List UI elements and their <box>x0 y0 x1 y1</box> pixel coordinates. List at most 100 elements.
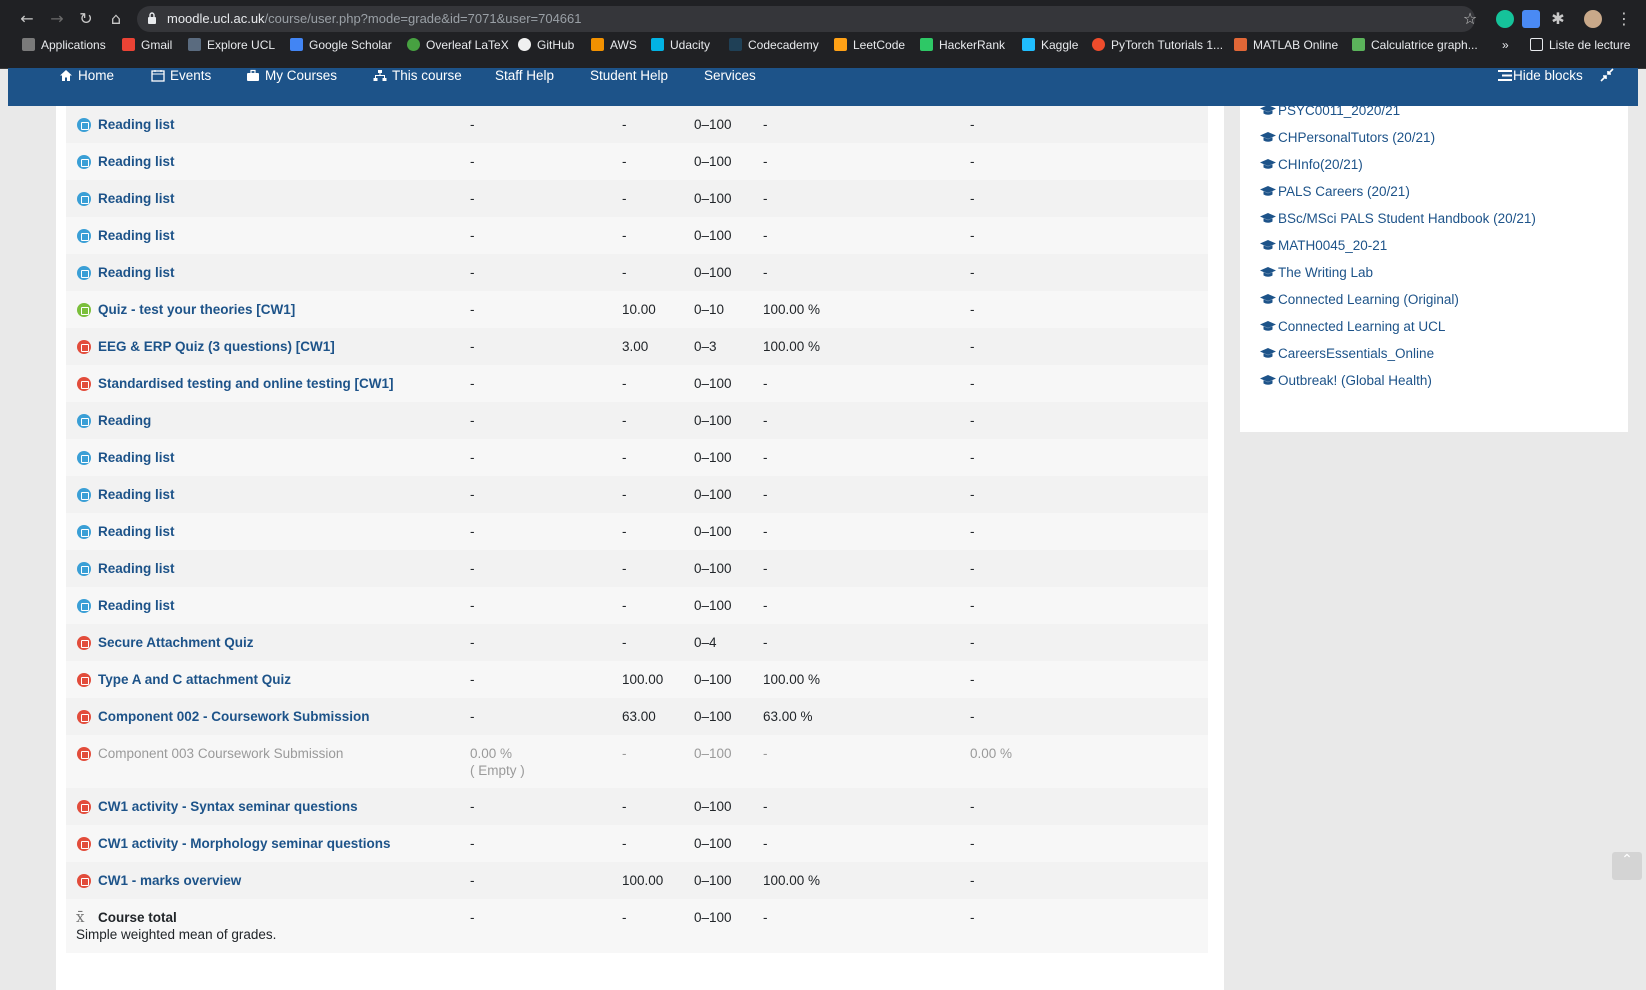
translate-extension-icon[interactable] <box>1522 10 1540 28</box>
sidebar-course-link[interactable]: The Writing Lab <box>1260 265 1373 280</box>
bookmark-aws[interactable]: AWS <box>591 38 637 68</box>
my-courses-block: PSYC0011_2020/21 CHPersonalTutors (20/21)… <box>1240 103 1628 432</box>
sidebar-course-link[interactable]: PSYC0011_2020/21 <box>1260 103 1400 118</box>
bookmark-overleaf[interactable]: Overleaf LaTeX <box>407 38 509 68</box>
assignment-icon <box>77 340 91 354</box>
contribution-cell: - <box>970 836 975 851</box>
browser-menu-icon[interactable]: ⋮ <box>1614 9 1634 29</box>
nav-student-help[interactable]: Student Help <box>590 68 668 106</box>
grade-item-link[interactable]: Standardised testing and online testing … <box>98 376 394 391</box>
reload-icon[interactable]: ↻ <box>76 9 96 29</box>
bookmark-pytorch[interactable]: PyTorch Tutorials 1... <box>1092 38 1223 68</box>
sidebar-course-link[interactable]: Outbreak! (Global Health) <box>1260 373 1432 388</box>
bookmark-kaggle[interactable]: Kaggle <box>1022 38 1078 68</box>
grade-item-link[interactable]: EEG & ERP Quiz (3 questions) [CW1] <box>98 339 335 354</box>
percentage-cell: - <box>763 598 768 613</box>
nav-home[interactable]: Home <box>59 68 114 106</box>
sidebar-course-link[interactable]: Connected Learning at UCL <box>1260 319 1445 334</box>
grade-item-link[interactable]: Secure Attachment Quiz <box>98 635 254 650</box>
grade-item-link[interactable]: CW1 activity - Morphology seminar questi… <box>98 836 391 851</box>
contribution-cell: - <box>970 561 975 576</box>
grade-item-link[interactable]: Reading list <box>98 117 175 132</box>
grade-item-link[interactable]: Reading list <box>98 450 175 465</box>
contribution-cell: - <box>970 191 975 206</box>
nav-this-course[interactable]: This course <box>373 68 462 106</box>
percentage-cell: - <box>763 910 768 925</box>
weight-cell: - <box>470 709 475 724</box>
table-row: Reading list - - 0–100 - - <box>66 587 1208 624</box>
grade-cell: - <box>622 413 627 428</box>
assignment-icon <box>77 800 91 814</box>
weight-cell: - <box>470 799 475 814</box>
bookmark-leetcode[interactable]: LeetCode <box>834 38 905 68</box>
profile-avatar[interactable] <box>1584 10 1602 28</box>
bookmark-google-scholar[interactable]: Google Scholar <box>290 38 392 68</box>
percentage-cell: - <box>763 154 768 169</box>
hide-blocks-button[interactable]: Hide blocks <box>1498 68 1583 106</box>
sidebar-course-link[interactable]: CHPersonalTutors (20/21) <box>1260 130 1435 145</box>
nav-staff-help[interactable]: Staff Help <box>495 68 554 106</box>
bookmarks-overflow[interactable]: » <box>1502 38 1509 68</box>
grade-item-link[interactable]: Reading list <box>98 524 175 539</box>
nav-events[interactable]: Events <box>151 68 211 106</box>
bookmark-github[interactable]: GitHub <box>518 38 574 68</box>
url-resource-icon <box>77 451 91 465</box>
sidebar-course-link[interactable]: BSc/MSci PALS Student Handbook (20/21) <box>1260 211 1536 226</box>
grade-item-link[interactable]: Reading list <box>98 561 175 576</box>
sidebar-course-link[interactable]: PALS Careers (20/21) <box>1260 184 1410 199</box>
grade-item-link[interactable]: Component 002 - Coursework Submission <box>98 709 370 724</box>
nav-services[interactable]: Services <box>704 68 756 106</box>
weight-cell: - <box>470 413 475 428</box>
bookmark-udacity[interactable]: Udacity <box>651 38 710 68</box>
browser-toolbar: ← → ↻ ⌂ moodle.ucl.ac.uk/course/user.php… <box>0 0 1646 38</box>
sidebar-course-link[interactable]: CHInfo(20/21) <box>1260 157 1363 172</box>
grade-item-link[interactable]: Reading list <box>98 191 175 206</box>
sidebar-course-link[interactable]: Connected Learning (Original) <box>1260 292 1459 307</box>
grade-cell: - <box>622 487 627 502</box>
range-cell: 0–100 <box>694 450 732 465</box>
grade-item-link[interactable]: Reading list <box>98 154 175 169</box>
table-row: CW1 activity - Syntax seminar questions -… <box>66 788 1208 825</box>
grade-item-link[interactable]: Reading list <box>98 487 175 502</box>
grade-item-link[interactable]: Quiz - test your theories [CW1] <box>98 302 295 317</box>
bookmark-gmail[interactable]: Gmail <box>122 38 172 68</box>
bookmarks-bar: Applications Gmail Explore UCL Google Sc… <box>0 38 1646 69</box>
bookmark-calculatrice[interactable]: Calculatrice graph... <box>1352 38 1478 68</box>
bookmark-matlab[interactable]: MATLAB Online <box>1234 38 1338 68</box>
collapse-icon[interactable] <box>1600 68 1614 106</box>
grade-item-link[interactable]: CW1 activity - Syntax seminar questions <box>98 799 358 814</box>
percentage-cell: - <box>763 413 768 428</box>
grade-item-link[interactable]: Reading <box>98 413 151 428</box>
grade-item-link[interactable]: Reading list <box>98 228 175 243</box>
home-icon[interactable]: ⌂ <box>106 9 126 29</box>
bookmark-codecademy[interactable]: Codecademy <box>729 38 819 68</box>
nav-my-courses[interactable]: My Courses <box>246 68 337 106</box>
sidebar-course-link[interactable]: MATH0045_20-21 <box>1260 238 1387 253</box>
grade-item-link[interactable]: Reading list <box>98 598 175 613</box>
grade-cell: 63.00 <box>622 709 656 724</box>
graduation-cap-icon <box>1260 159 1276 169</box>
extensions-icon[interactable]: ✱ <box>1548 9 1568 29</box>
weight-cell: - <box>470 487 475 502</box>
sidebar-course-link[interactable]: CareersEssentials_Online <box>1260 346 1434 361</box>
grade-item-link[interactable]: CW1 - marks overview <box>98 873 241 888</box>
address-bar[interactable]: moodle.ucl.ac.uk/course/user.php?mode=gr… <box>137 6 1475 32</box>
back-icon[interactable]: ← <box>17 9 37 29</box>
range-cell: 0–100 <box>694 799 732 814</box>
grade-item-link[interactable]: Component 003 Coursework Submission <box>98 746 343 761</box>
bookmark-reading-list[interactable]: Liste de lecture <box>1530 38 1630 68</box>
star-icon[interactable]: ☆ <box>1460 9 1480 29</box>
range-cell: 0–100 <box>694 873 732 888</box>
contribution-cell: - <box>970 635 975 650</box>
scroll-to-top-button[interactable]: ⌃ <box>1612 852 1642 880</box>
percentage-cell: - <box>763 191 768 206</box>
table-row: CW1 - marks overview - 100.00 0–100 100.00 %… <box>66 862 1208 899</box>
forward-icon[interactable]: → <box>47 9 67 29</box>
bookmark-explore-ucl[interactable]: Explore UCL <box>188 38 275 68</box>
grade-item-link[interactable]: Type A and C attachment Quiz <box>98 672 291 687</box>
grade-item-link[interactable]: Reading list <box>98 265 175 280</box>
bookmark-hackerrank[interactable]: HackerRank <box>920 38 1005 68</box>
weight-cell: - <box>470 672 475 687</box>
bookmark-applications[interactable]: Applications <box>22 38 106 68</box>
grammarly-extension-icon[interactable] <box>1496 10 1514 28</box>
